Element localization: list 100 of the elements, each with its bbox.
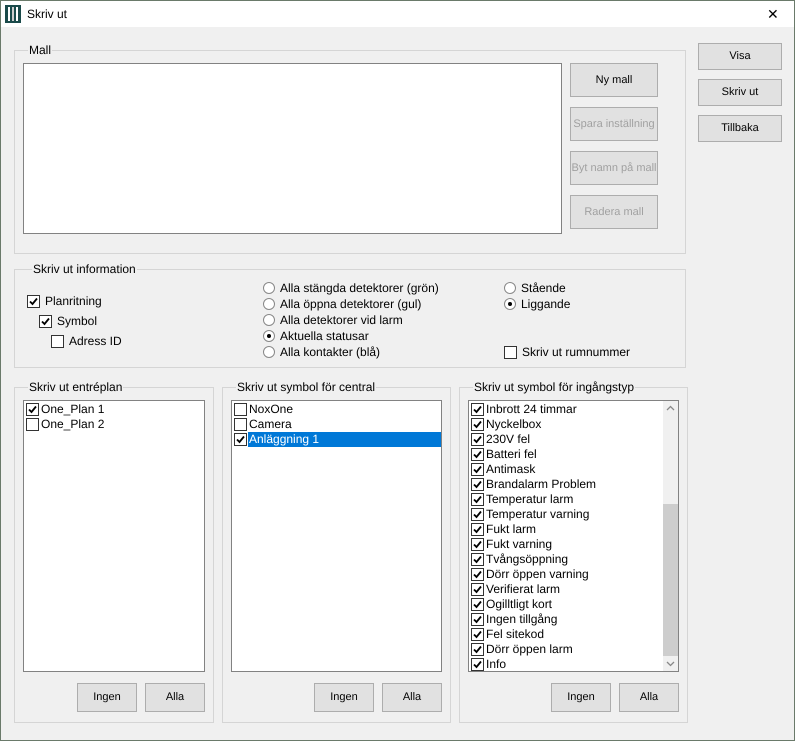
item-label: Verifierat larm: [485, 582, 562, 597]
checkbox[interactable]: [471, 568, 484, 581]
checkbox[interactable]: [471, 493, 484, 506]
radio-button[interactable]: [263, 314, 275, 326]
checkbox-label: Planritning: [45, 293, 102, 310]
list-item[interactable]: Info: [471, 657, 663, 672]
close-button[interactable]: ✕: [758, 4, 788, 24]
list-item[interactable]: Nyckelbox: [471, 417, 663, 432]
radio-button[interactable]: [263, 298, 275, 310]
button[interactable]: Tillbaka: [698, 115, 782, 142]
item-label: Dörr öppen varning: [485, 567, 590, 582]
checkbox[interactable]: [504, 346, 517, 358]
checkbox[interactable]: [471, 583, 484, 596]
item-label: Brandalarm Problem: [485, 477, 598, 492]
item-label: Ogilltligt kort: [485, 597, 554, 612]
checkbox[interactable]: [471, 643, 484, 656]
checkbox[interactable]: [234, 403, 247, 416]
item-label: Info: [485, 657, 508, 672]
button[interactable]: Ingen: [77, 683, 137, 712]
list-item[interactable]: Tvångsöppning: [471, 552, 663, 567]
list-item[interactable]: Inbrott 24 timmar: [471, 402, 663, 417]
item-label: Nyckelbox: [485, 417, 542, 432]
group-title: Skriv ut information: [32, 261, 137, 278]
item-label: Fel sitekod: [485, 627, 546, 642]
button[interactable]: Alla: [619, 683, 679, 712]
radio-button[interactable]: [504, 282, 516, 294]
button[interactable]: Alla: [382, 683, 442, 712]
checkbox[interactable]: [26, 403, 39, 416]
list-item[interactable]: One_Plan 1: [26, 402, 204, 417]
list-item[interactable]: Ingen tillgång: [471, 612, 663, 627]
list-item[interactable]: Temperatur larm: [471, 492, 663, 507]
list-item[interactable]: Antimask: [471, 462, 663, 477]
radio-label: Liggande: [521, 296, 570, 313]
checkbox[interactable]: [471, 403, 484, 416]
list-item[interactable]: Dörr öppen larm: [471, 642, 663, 657]
list-item[interactable]: Camera: [234, 417, 441, 432]
list-item[interactable]: Verifierat larm: [471, 582, 663, 597]
item-label: Temperatur varning: [485, 507, 590, 522]
radio-label: Alla kontakter (blå): [280, 344, 380, 361]
checkbox[interactable]: [471, 523, 484, 536]
group-title: Skriv ut symbol för central: [236, 379, 376, 396]
checkbox[interactable]: [471, 613, 484, 626]
checkbox[interactable]: [26, 418, 39, 431]
radio-label: Alla stängda detektorer (grön): [280, 280, 439, 297]
checkbox[interactable]: [27, 294, 40, 308]
list-item[interactable]: Temperatur varning: [471, 507, 663, 522]
item-label: One_Plan 1: [40, 402, 106, 417]
list-box[interactable]: [468, 400, 679, 672]
item-label: One_Plan 2: [40, 417, 106, 432]
list-item[interactable]: Batteri fel: [471, 447, 663, 462]
checkbox[interactable]: [471, 418, 484, 431]
list-item[interactable]: Fukt varning: [471, 537, 663, 552]
checkbox[interactable]: [471, 538, 484, 551]
group-title: Skriv ut symbol för ingångstyp: [473, 379, 636, 396]
list-item[interactable]: Brandalarm Problem: [471, 477, 663, 492]
list-item[interactable]: Fukt larm: [471, 522, 663, 537]
checkbox[interactable]: [234, 418, 247, 431]
item-label: Inbrott 24 timmar: [485, 402, 578, 417]
item-label: Fukt varning: [485, 537, 554, 552]
checkbox[interactable]: [234, 433, 247, 446]
list-item[interactable]: Fel sitekod: [471, 627, 663, 642]
button[interactable]: Alla: [145, 683, 205, 712]
checkbox[interactable]: [471, 463, 484, 476]
radio-button[interactable]: [504, 298, 516, 310]
list-item[interactable]: One_Plan 2: [26, 417, 204, 432]
button[interactable]: Ingen: [551, 683, 611, 712]
radio-button[interactable]: [263, 330, 275, 342]
checkbox[interactable]: [39, 314, 52, 328]
checkbox[interactable]: [471, 478, 484, 491]
item-label: Dörr öppen larm: [485, 642, 574, 657]
checkbox-label: Symbol: [57, 313, 98, 330]
radio-label: Stående: [521, 280, 566, 297]
checkbox[interactable]: [471, 508, 484, 521]
scrollbar[interactable]: [663, 401, 678, 671]
radio-label: Alla detektorer vid larm: [280, 312, 403, 329]
button[interactable]: Ny mall: [570, 63, 658, 97]
checkbox[interactable]: [471, 598, 484, 611]
list-item[interactable]: Dörr öppen varning: [471, 567, 663, 582]
button[interactable]: Ingen: [314, 683, 374, 712]
list-item[interactable]: Ogilltligt kort: [471, 597, 663, 612]
list-box[interactable]: One_Plan 1 One_Plan 2: [23, 400, 205, 672]
radio-button[interactable]: [263, 346, 275, 358]
list-item[interactable]: NoxOne: [234, 402, 441, 417]
checkbox[interactable]: [471, 553, 484, 566]
list-box[interactable]: NoxOne Camera Anläggning 1: [231, 400, 442, 672]
radio-button[interactable]: [263, 282, 275, 294]
item-label: Camera: [248, 417, 293, 432]
checkbox[interactable]: [471, 658, 484, 671]
item-label: NoxOne: [248, 402, 294, 417]
checkbox[interactable]: [51, 334, 64, 348]
checkbox[interactable]: [471, 433, 484, 446]
checkbox[interactable]: [471, 448, 484, 461]
scroll-thumb[interactable]: [663, 504, 678, 656]
button[interactable]: Visa: [698, 43, 782, 70]
radio-label: Alla öppna detektorer (gul): [280, 296, 422, 313]
list-item[interactable]: 230V fel: [471, 432, 663, 447]
checkbox-label: Adress ID: [69, 333, 122, 350]
button[interactable]: Skriv ut: [698, 79, 782, 106]
checkbox[interactable]: [471, 628, 484, 641]
window-title: Skriv ut: [27, 6, 68, 23]
